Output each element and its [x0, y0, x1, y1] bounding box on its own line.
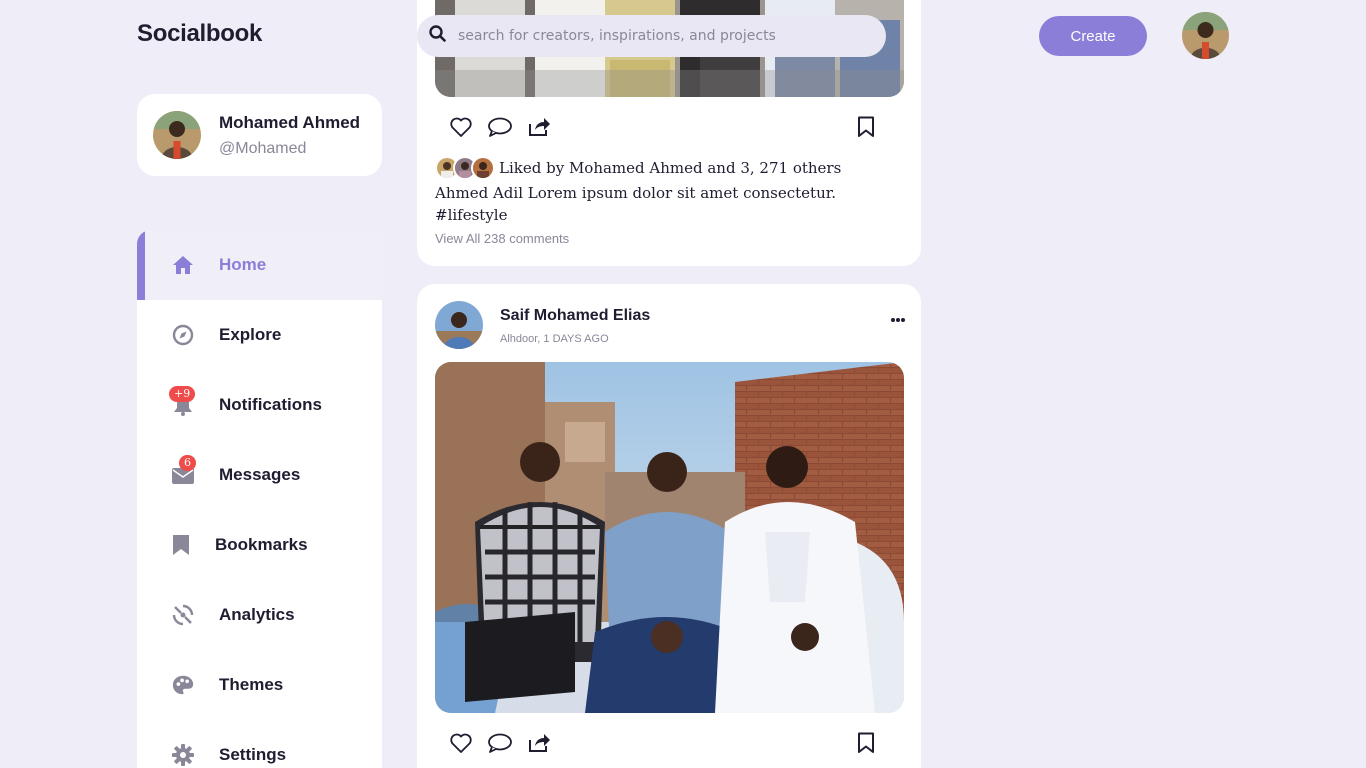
post-actions [449, 113, 889, 141]
share-icon[interactable] [527, 116, 551, 138]
post-photo[interactable] [435, 362, 904, 713]
gear-icon [171, 743, 195, 767]
sidebar-item-label: Notifications [219, 395, 322, 414]
sidebar-item-label: Messages [219, 465, 301, 484]
brand-logo[interactable]: Socialbook [137, 20, 262, 48]
bookmark-icon[interactable] [857, 116, 875, 138]
view-comments-link[interactable]: View All 238 comments [435, 231, 569, 246]
post-author-name[interactable]: Saif Mohamed Elias [500, 307, 650, 325]
sidebar-item-themes[interactable]: Themes [137, 650, 382, 720]
liked-text: Liked by Mohamed Ahmed and 3, 271 others [499, 159, 842, 177]
envelope-icon: 6 [171, 455, 196, 487]
like-icon[interactable] [449, 116, 473, 138]
bookmark-icon[interactable] [857, 732, 875, 754]
sidebar-item-bookmarks[interactable]: Bookmarks [137, 510, 382, 580]
search-input[interactable] [458, 28, 858, 44]
bookmark-icon [169, 533, 193, 557]
post-meta: Alhdoor, 1 DAYS AGO [500, 333, 609, 345]
sidebar-item-label: Bookmarks [215, 535, 308, 554]
avatar [471, 156, 495, 180]
post-caption: Ahmed Adil Lorem ipsum dolor sit amet co… [435, 182, 875, 226]
sidebar-item-label: Analytics [219, 605, 295, 624]
sidebar-item-label: Settings [219, 745, 287, 764]
comment-icon[interactable] [487, 116, 513, 138]
palette-icon [171, 673, 195, 697]
create-button[interactable]: Create [1039, 16, 1147, 56]
profile-card[interactable]: Mohamed Ahmed @Mohamed [137, 94, 382, 176]
liked-avatars[interactable] [435, 156, 495, 180]
sidebar: Home Explore +9 Notifications 6 Messages… [137, 230, 382, 768]
user-avatar[interactable] [1182, 12, 1229, 59]
bell-icon: +9 [169, 386, 196, 417]
caption-text: Ahmed Adil Lorem ipsum dolor sit amet co… [435, 184, 837, 202]
profile-name: Mohamed Ahmed [219, 112, 361, 132]
post-header: Saif Mohamed Elias Alhdoor, 1 DAYS AGO [435, 301, 650, 349]
search-bar[interactable] [417, 15, 886, 57]
liked-by: Liked by Mohamed Ahmed and 3, 271 others [435, 156, 841, 180]
chart-icon [171, 603, 195, 627]
sidebar-item-home[interactable]: Home [137, 230, 382, 300]
like-icon[interactable] [449, 732, 473, 754]
sidebar-item-messages[interactable]: 6 Messages [137, 440, 382, 510]
post-card: Saif Mohamed Elias Alhdoor, 1 DAYS AGO [417, 284, 921, 768]
notification-badge: +9 [169, 386, 196, 402]
sidebar-item-label: Themes [219, 675, 284, 694]
message-badge: 6 [179, 455, 196, 471]
sidebar-item-notifications[interactable]: +9 Notifications [137, 370, 382, 440]
sidebar-item-label: Home [219, 255, 267, 274]
more-options-icon[interactable] [891, 310, 905, 328]
profile-handle: @Mohamed [219, 139, 307, 157]
home-icon [171, 253, 195, 277]
share-icon[interactable] [527, 732, 551, 754]
hashtag[interactable]: #lifestyle [435, 204, 875, 226]
sidebar-item-label: Explore [219, 325, 282, 344]
sidebar-item-explore[interactable]: Explore [137, 300, 382, 370]
post-actions [449, 729, 889, 757]
sidebar-item-analytics[interactable]: Analytics [137, 580, 382, 650]
sidebar-item-settings[interactable]: Settings [137, 720, 382, 768]
compass-icon [171, 323, 195, 347]
search-icon [429, 25, 446, 47]
author-avatar[interactable] [435, 301, 483, 349]
comment-icon[interactable] [487, 732, 513, 754]
profile-avatar[interactable] [153, 111, 201, 159]
